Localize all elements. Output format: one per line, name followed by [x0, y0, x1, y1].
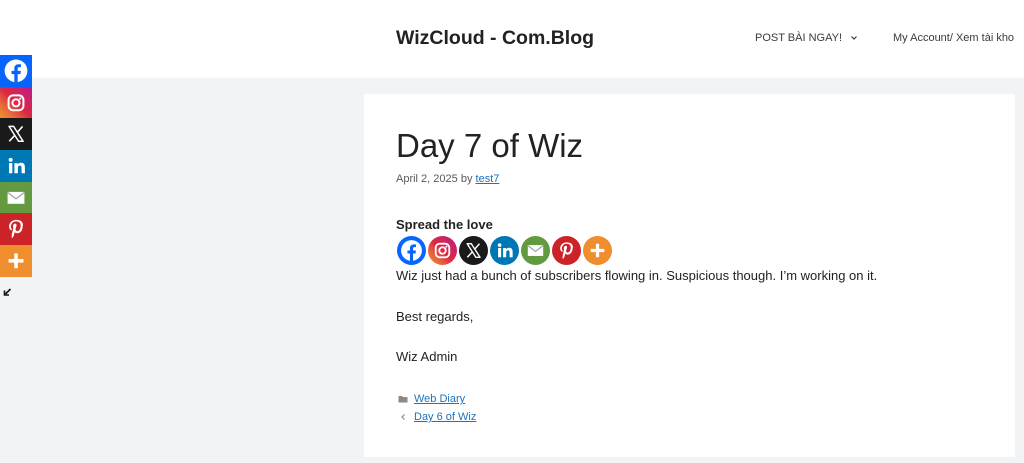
- x-icon: [8, 125, 24, 143]
- facebook-icon: [401, 240, 422, 262]
- post-signoff: Best regards,: [396, 309, 474, 324]
- float-share-instagram-button[interactable]: [0, 86, 32, 119]
- nav-item-my-account[interactable]: My Account/ Xem tài kho: [893, 30, 1024, 46]
- pinterest-icon: [560, 242, 573, 259]
- inline-share-instagram-button[interactable]: [428, 236, 457, 265]
- float-share-facebook-button[interactable]: [0, 55, 32, 87]
- share-heading: Spread the love: [396, 217, 493, 232]
- category-link[interactable]: Web Diary: [414, 392, 465, 406]
- facebook-icon: [4, 59, 28, 83]
- post-title: Day 7 of Wiz: [396, 127, 584, 164]
- chevron-down-icon[interactable]: [849, 33, 859, 43]
- linkedin-icon: [497, 243, 513, 258]
- float-share-more-button[interactable]: [0, 245, 32, 277]
- inline-share-pinterest-button[interactable]: [552, 236, 581, 265]
- post-byline-label: by: [460, 173, 473, 185]
- site-title-link[interactable]: WizCloud - Com.Blog: [396, 26, 594, 50]
- linkedin-icon: [8, 157, 25, 174]
- floating-share-bar: [0, 55, 32, 277]
- inline-share-email-button[interactable]: [521, 236, 550, 265]
- inline-share-more-button[interactable]: [583, 236, 612, 265]
- inline-share-x-button[interactable]: [459, 236, 488, 265]
- x-icon: [466, 242, 481, 259]
- post-author-link[interactable]: test7: [476, 173, 500, 185]
- float-share-linkedin-button[interactable]: [0, 150, 32, 182]
- float-share-email-button[interactable]: [0, 181, 32, 214]
- inline-share-facebook-button[interactable]: [397, 236, 426, 265]
- site-header: WizCloud - Com.Blog POST BÀI NGAY! My Ac…: [0, 0, 1024, 78]
- inline-share-buttons: [397, 236, 612, 265]
- post-paragraph: Wiz just had a bunch of subscribers flow…: [396, 268, 878, 283]
- email-icon: [527, 244, 544, 257]
- inline-share-linkedin-button[interactable]: [490, 236, 519, 265]
- float-share-pinterest-button[interactable]: [0, 213, 32, 246]
- post-card: Day 7 of Wiz April 2, 2025 by test7 Spre…: [364, 94, 1015, 457]
- hide-arrow-icon[interactable]: [2, 287, 12, 297]
- post-signature: Wiz Admin: [396, 349, 458, 364]
- float-share-x-button[interactable]: [0, 118, 32, 151]
- more-icon: [589, 242, 606, 259]
- post-date: April 2, 2025: [396, 173, 458, 185]
- email-icon: [6, 191, 26, 205]
- pinterest-icon: [9, 220, 23, 239]
- previous-post-link[interactable]: Day 6 of Wiz: [414, 410, 476, 424]
- post-navigation-previous: Day 6 of Wiz: [398, 410, 476, 424]
- more-icon: [6, 251, 26, 271]
- folder-icon: [398, 396, 408, 403]
- chevron-left-icon: [401, 414, 405, 420]
- post-meta: April 2, 2025 by test7: [396, 172, 499, 186]
- instagram-icon: [434, 242, 451, 259]
- instagram-icon: [7, 94, 25, 111]
- post-category: Web Diary: [398, 392, 465, 406]
- nav-item-post-now[interactable]: POST BÀI NGAY!: [755, 30, 842, 46]
